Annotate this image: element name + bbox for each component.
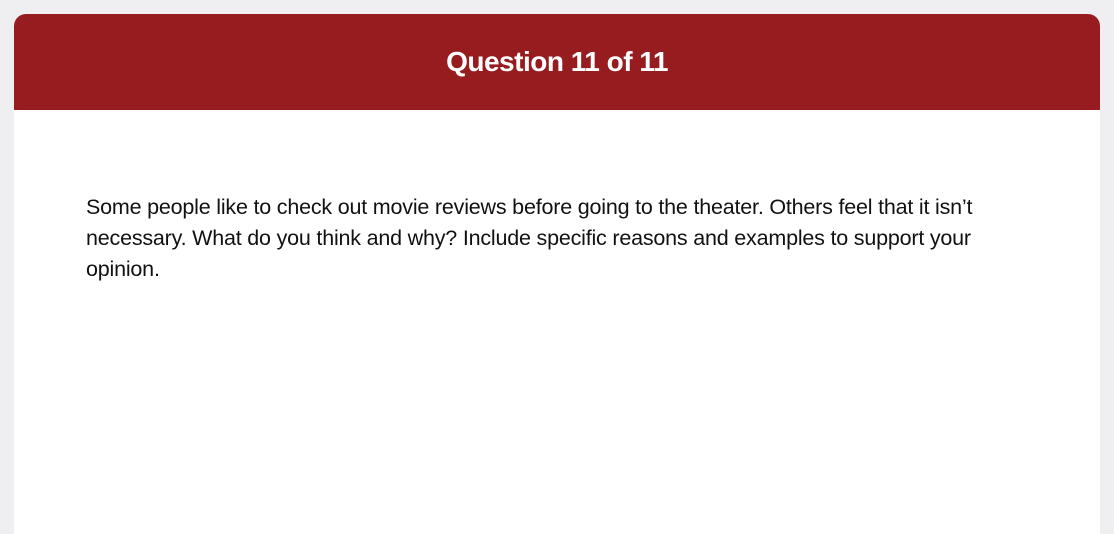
question-prompt: Some people like to check out movie revi… — [86, 195, 973, 281]
question-card: Question 11 of 11 Some people like to ch… — [14, 14, 1100, 534]
question-body: Some people like to check out movie revi… — [14, 110, 1100, 285]
question-counter-title: Question 11 of 11 — [446, 46, 668, 77]
question-header: Question 11 of 11 — [14, 14, 1100, 110]
